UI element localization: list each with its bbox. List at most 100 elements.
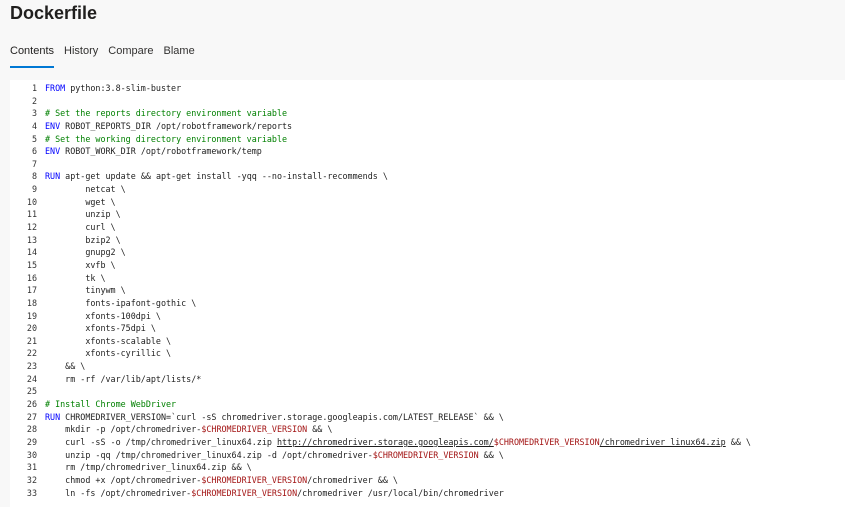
code-token: netcat \ bbox=[45, 184, 126, 195]
code-token: xfonts-75dpi \ bbox=[45, 323, 156, 334]
line-number: 2 bbox=[31, 95, 37, 106]
code-token[interactable]: /chromedriver_linux64.zip bbox=[600, 437, 726, 447]
file-title: Dockerfile bbox=[10, 3, 98, 23]
code-line: 20 xfonts-75dpi \ bbox=[10, 322, 751, 335]
tab-compare[interactable]: Compare bbox=[108, 44, 153, 68]
tab-blame[interactable]: Blame bbox=[164, 44, 195, 68]
code-token: mkdir -p /opt/chromedriver- bbox=[45, 424, 202, 435]
line-number: 5 bbox=[31, 133, 37, 144]
code-token: $CHROMEDRIVER_VERSION bbox=[191, 487, 298, 498]
code-line: 14 gnupg2 \ bbox=[10, 246, 751, 259]
line-text: bzip2 \ bbox=[45, 234, 121, 247]
code-token: xvfb \ bbox=[45, 259, 116, 270]
code-token: xfonts-100dpi \ bbox=[45, 310, 161, 321]
line-text: RUN CHROMEDRIVER_VERSION=`curl -sS chrom… bbox=[45, 411, 504, 424]
code-token: rm /tmp/chromedriver_linux64.zip && \ bbox=[45, 462, 252, 473]
code-line: 17 tinywm \ bbox=[10, 284, 751, 297]
line-number: 14 bbox=[26, 247, 37, 258]
line-number: 16 bbox=[26, 272, 37, 283]
code-token: ENV bbox=[45, 120, 61, 131]
line-number: 32 bbox=[26, 474, 37, 485]
line-number: 29 bbox=[26, 436, 37, 447]
line-number: 20 bbox=[26, 323, 37, 334]
code-token: rm -rf /var/lib/apt/lists/* bbox=[45, 373, 202, 384]
line-number: 1 bbox=[31, 83, 37, 93]
code-token: xfonts-scalable \ bbox=[45, 335, 172, 346]
line-text: ln -fs /opt/chromedriver-$CHROMEDRIVER_V… bbox=[45, 487, 504, 500]
line-text: fonts-ipafont-gothic \ bbox=[45, 297, 196, 310]
code-token: apt-get update && apt-get install -yqq -… bbox=[60, 171, 388, 182]
line-number: 12 bbox=[26, 222, 37, 233]
code-token: # Install Chrome WebDriver bbox=[45, 399, 177, 410]
code-line: 9 netcat \ bbox=[10, 183, 751, 196]
line-text: curl -sS -o /tmp/chromedriver_linux64.zi… bbox=[45, 436, 751, 449]
line-text: # Set the reports directory environment … bbox=[45, 107, 287, 120]
line-text: xvfb \ bbox=[45, 259, 116, 272]
code-line: 10 wget \ bbox=[10, 196, 751, 209]
line-text: curl \ bbox=[45, 221, 115, 234]
line-number: 17 bbox=[26, 285, 37, 296]
line-text: && \ bbox=[45, 360, 85, 373]
tab-history[interactable]: History bbox=[64, 44, 98, 68]
code-line: 2 bbox=[10, 95, 751, 108]
code-token: && \ bbox=[725, 436, 751, 447]
code-token: unzip \ bbox=[45, 209, 121, 220]
code-line: 25 bbox=[10, 385, 751, 398]
line-text: # Install Chrome WebDriver bbox=[45, 398, 176, 411]
line-text: FROM python:3.8-slim-buster bbox=[45, 82, 181, 95]
code-line: 11 unzip \ bbox=[10, 208, 751, 221]
code-token: xfonts-cyrillic \ bbox=[45, 348, 172, 359]
code-token: /chromedriver /usr/local/bin/chromedrive… bbox=[297, 487, 504, 498]
code-line: 6 ENV ROBOT_WORK_DIR /opt/robotframework/… bbox=[10, 145, 751, 158]
code-token: && \ bbox=[45, 361, 86, 372]
line-text: xfonts-cyrillic \ bbox=[45, 347, 171, 360]
line-number: 22 bbox=[26, 348, 37, 359]
code-token: chmod +x /opt/chromedriver- bbox=[45, 474, 202, 485]
line-text: chmod +x /opt/chromedriver-$CHROMEDRIVER… bbox=[45, 474, 398, 487]
line-text: ENV ROBOT_REPORTS_DIR /opt/robotframewor… bbox=[45, 120, 292, 133]
line-text: # Set the working directory environment … bbox=[45, 133, 287, 146]
code-line: 12 curl \ bbox=[10, 221, 751, 234]
line-number: 33 bbox=[26, 487, 37, 498]
code-token: /chromedriver && \ bbox=[307, 474, 398, 485]
code-line: 21 xfonts-scalable \ bbox=[10, 335, 751, 348]
line-number: 23 bbox=[26, 361, 37, 372]
line-number: 26 bbox=[26, 399, 37, 410]
code-line: 24 rm -rf /var/lib/apt/lists/* bbox=[10, 373, 751, 386]
line-text: gnupg2 \ bbox=[45, 246, 125, 259]
code-line: 15 xvfb \ bbox=[10, 259, 751, 272]
code-token: $CHROMEDRIVER_VERSION bbox=[201, 424, 308, 435]
code-token: bzip2 \ bbox=[45, 234, 121, 245]
code-token: RUN bbox=[45, 171, 61, 182]
code-token: ROBOT_REPORTS_DIR /opt/robotframework/re… bbox=[60, 120, 293, 131]
line-number: 25 bbox=[26, 386, 37, 397]
code-line: 22 xfonts-cyrillic \ bbox=[10, 347, 751, 360]
code-editor[interactable]: 1 FROM python:3.8-slim-buster 2 3 # Set the … bbox=[10, 80, 845, 507]
code-token: tinywm \ bbox=[45, 285, 126, 296]
code-token: ENV bbox=[45, 146, 61, 157]
line-number: 15 bbox=[26, 259, 37, 270]
code-line: 18 fonts-ipafont-gothic \ bbox=[10, 297, 751, 310]
line-text: rm /tmp/chromedriver_linux64.zip && \ bbox=[45, 461, 252, 474]
line-number: 18 bbox=[26, 297, 37, 308]
code-line: 33 ln -fs /opt/chromedriver-$CHROMEDRIVE… bbox=[10, 487, 751, 500]
code-line: 27 RUN CHROMEDRIVER_VERSION=`curl -sS chr… bbox=[10, 411, 751, 424]
code-token[interactable]: http://chromedriver.storage.googleapis.c… bbox=[277, 437, 494, 447]
code-line: 4 ENV ROBOT_REPORTS_DIR /opt/robotframewo… bbox=[10, 120, 751, 133]
code-line: 29 curl -sS -o /tmp/chromedriver_linux64… bbox=[10, 436, 751, 449]
line-number: 7 bbox=[31, 158, 37, 169]
line-text: netcat \ bbox=[45, 183, 126, 196]
code-line: 26 # Install Chrome WebDriver bbox=[10, 398, 751, 411]
line-text: unzip \ bbox=[45, 208, 121, 221]
code-lines: 1 FROM python:3.8-slim-buster 2 3 # Set the … bbox=[10, 82, 751, 499]
code-line: 13 bzip2 \ bbox=[10, 234, 751, 247]
code-token: && \ bbox=[307, 424, 333, 435]
line-number: 9 bbox=[31, 184, 37, 195]
code-token: fonts-ipafont-gothic \ bbox=[45, 297, 197, 308]
line-text: rm -rf /var/lib/apt/lists/* bbox=[45, 373, 201, 386]
code-line: 30 unzip -qq /tmp/chromedriver_linux64.z… bbox=[10, 449, 751, 462]
tab-contents[interactable]: Contents bbox=[10, 44, 55, 68]
line-number: 8 bbox=[31, 171, 37, 182]
line-number: 27 bbox=[26, 411, 37, 422]
code-token: FROM bbox=[45, 83, 66, 93]
